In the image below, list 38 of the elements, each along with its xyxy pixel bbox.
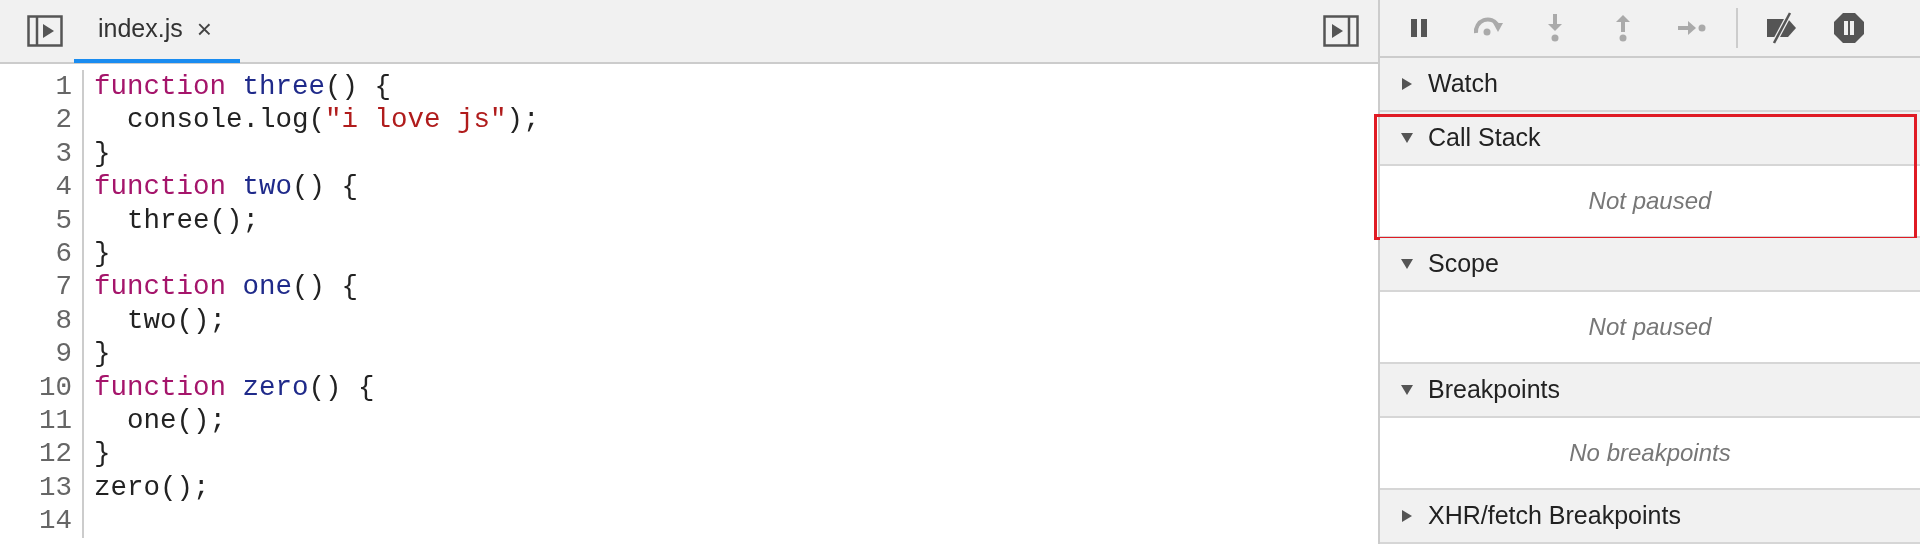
code-line: function zero() {: [93, 370, 376, 405]
code-line: console.log("i love js");: [126, 103, 541, 137]
code-line: function three() {: [93, 70, 393, 104]
line-number: 7: [54, 270, 72, 304]
line-number: 14: [38, 504, 72, 538]
close-icon[interactable]: ×: [196, 9, 212, 49]
collapsed-arrow-icon: [1400, 77, 1414, 91]
line-number: 8: [54, 303, 72, 338]
code-line: two();: [126, 303, 228, 338]
line-number: 3: [54, 136, 72, 171]
line-number: 1: [54, 70, 72, 104]
line-number: 13: [38, 470, 72, 505]
empty-message: Not paused: [1588, 186, 1712, 216]
code-line: function two() {: [93, 170, 360, 204]
code-line: }: [93, 136, 112, 171]
section-header[interactable]: Scope: [1380, 238, 1920, 292]
code-line: function one() {: [93, 270, 360, 304]
expanded-arrow-icon: [1400, 131, 1414, 145]
expanded-arrow-icon: [1400, 383, 1414, 397]
code-line: }: [93, 337, 112, 371]
line-number: 4: [54, 170, 72, 204]
collapsed-arrow-icon: [1400, 509, 1414, 523]
code-line: three();: [126, 203, 261, 238]
code-line: }: [93, 237, 112, 271]
empty-message: No breakpoints: [1569, 438, 1731, 468]
empty-message: Not paused: [1588, 312, 1712, 342]
line-number: 6: [54, 237, 72, 271]
line-number: 5: [54, 203, 72, 238]
code-line: zero();: [93, 470, 211, 505]
code-line: one();: [126, 404, 228, 438]
file-tab[interactable]: index.js ×: [74, 0, 240, 63]
line-number: 10: [38, 370, 72, 405]
line-number: 2: [54, 103, 72, 137]
code-line: }: [93, 437, 112, 471]
line-number: 11: [38, 404, 72, 438]
line-number: 9: [54, 337, 72, 371]
expanded-arrow-icon: [1400, 257, 1414, 271]
line-number: 12: [38, 437, 72, 471]
